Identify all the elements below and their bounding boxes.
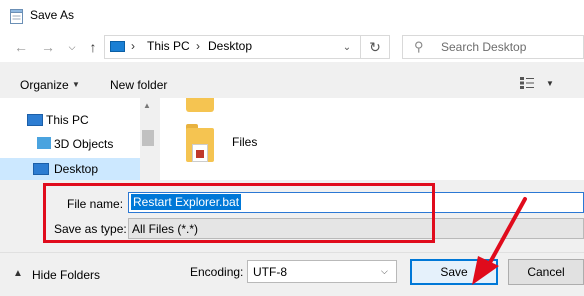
new-folder-button[interactable]: New folder: [110, 78, 167, 92]
address-dropdown-button[interactable]: ⌄: [336, 35, 358, 59]
caret-down-icon: ▼: [72, 80, 80, 89]
search-icon: ⚲: [414, 39, 424, 54]
desktop-icon: [33, 163, 49, 175]
breadcrumb-this-pc[interactable]: This PC: [147, 39, 190, 53]
encoding-label: Encoding:: [190, 265, 244, 279]
forward-button[interactable]: →: [40, 38, 56, 56]
up-button[interactable]: ↑: [85, 38, 101, 56]
computer-icon: [27, 114, 43, 126]
sidebar-item-label: This PC: [46, 113, 89, 127]
breadcrumb-desktop[interactable]: Desktop: [208, 39, 252, 53]
breadcrumb-separator: ›: [131, 39, 135, 53]
breadcrumb-separator: ›: [196, 39, 200, 53]
back-button[interactable]: ←: [13, 38, 29, 56]
divider: [360, 36, 361, 58]
chevron-down-icon: ⌵: [381, 266, 388, 276]
refresh-icon: ↻: [369, 38, 381, 55]
title-bar: [0, 0, 584, 34]
cube-icon: [37, 137, 51, 149]
caret-up-icon[interactable]: ▲: [13, 268, 23, 279]
view-options-icon[interactable]: [520, 77, 534, 89]
window-title: Save As: [30, 8, 75, 22]
search-placeholder: Search Desktop: [441, 40, 527, 54]
pdf-badge-icon: [196, 150, 204, 158]
scroll-up-icon[interactable]: ▲: [143, 101, 151, 110]
view-caret-icon[interactable]: ▼: [546, 79, 554, 88]
organize-button[interactable]: Organize: [20, 78, 69, 92]
divider: [0, 252, 584, 253]
save-button[interactable]: Save: [410, 259, 498, 285]
computer-icon: [110, 41, 125, 52]
notepad-icon: [10, 9, 23, 24]
chevron-down-icon: ⌄: [342, 41, 352, 53]
recent-locations-button[interactable]: ⌵: [64, 38, 80, 56]
sidebar-item-label: 3D Objects: [54, 137, 114, 151]
arrow-left-icon: ←: [14, 39, 28, 55]
file-list: [160, 98, 584, 180]
save-button-label: Save: [440, 265, 468, 279]
hide-folders-button[interactable]: Hide Folders: [32, 268, 100, 282]
scrollbar-thumb[interactable]: [142, 130, 154, 146]
encoding-value: UTF-8: [253, 265, 287, 279]
cancel-button[interactable]: Cancel: [508, 259, 584, 285]
cancel-button-label: Cancel: [527, 265, 565, 279]
refresh-button[interactable]: ↻: [362, 35, 388, 59]
arrow-right-icon: →: [41, 39, 55, 55]
chevron-down-icon: ⌵: [68, 41, 76, 52]
folder-label[interactable]: Files: [232, 135, 257, 149]
folder-icon[interactable]: [186, 98, 214, 112]
highlight-box: [43, 183, 435, 243]
toolbar: [0, 62, 584, 98]
sidebar-item-label: Desktop: [54, 162, 99, 176]
arrow-up-icon: ↑: [89, 39, 97, 55]
